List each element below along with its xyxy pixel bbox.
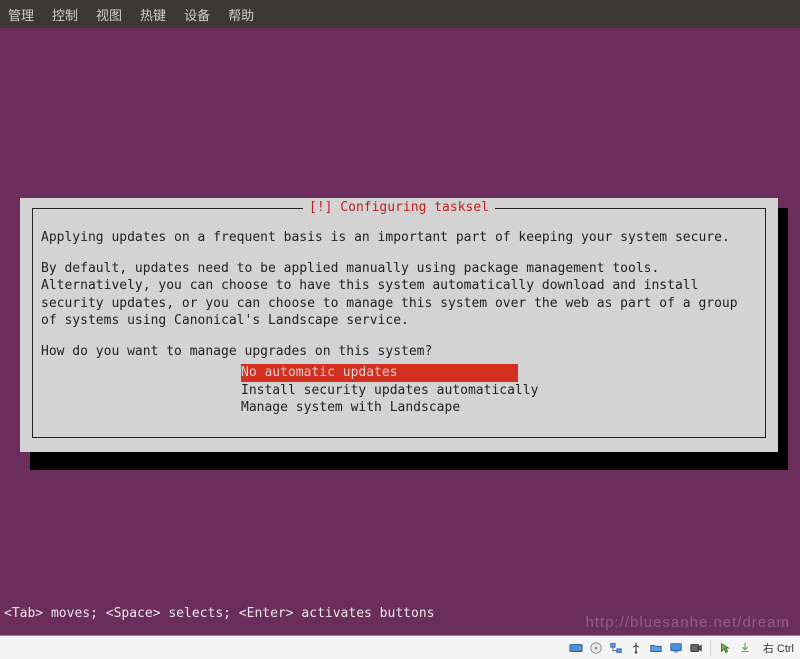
option-landscape[interactable]: Manage system with Landscape bbox=[241, 399, 757, 417]
dialog-frame: [!] Configuring tasksel Applying updates… bbox=[32, 208, 766, 438]
status-divider bbox=[710, 640, 711, 656]
dialog-title: [!] Configuring tasksel bbox=[303, 200, 495, 215]
host-key-label: 右 Ctrl bbox=[763, 640, 794, 656]
options-list: No automatic updates Install security up… bbox=[241, 364, 757, 417]
menu-manage[interactable]: 管理 bbox=[8, 5, 34, 24]
display-icon[interactable] bbox=[668, 640, 684, 656]
menu-hotkeys[interactable]: 热键 bbox=[140, 5, 166, 24]
menu-help[interactable]: 帮助 bbox=[228, 5, 254, 24]
vm-status-bar: 右 Ctrl bbox=[0, 635, 800, 659]
network-icon[interactable] bbox=[608, 640, 624, 656]
option-no-automatic-updates[interactable]: No automatic updates bbox=[241, 364, 757, 382]
optical-disk-icon[interactable] bbox=[588, 640, 604, 656]
dialog-question: How do you want to manage upgrades on th… bbox=[41, 343, 757, 361]
mouse-integration-icon[interactable] bbox=[717, 640, 733, 656]
menu-view[interactable]: 视图 bbox=[96, 5, 122, 24]
dialog-para2: By default, updates need to be applied m… bbox=[41, 260, 757, 330]
menu-control[interactable]: 控制 bbox=[52, 5, 78, 24]
vm-menubar: 管理 控制 视图 热键 设备 帮助 bbox=[0, 0, 800, 28]
watermark-text: http://bluesanhe.net/dream bbox=[586, 614, 790, 631]
recording-icon[interactable] bbox=[688, 640, 704, 656]
menu-devices[interactable]: 设备 bbox=[184, 5, 210, 24]
usb-icon[interactable] bbox=[628, 640, 644, 656]
shared-folder-icon[interactable] bbox=[648, 640, 664, 656]
option-security-updates-auto[interactable]: Install security updates automatically bbox=[241, 382, 757, 400]
tasksel-dialog: [!] Configuring tasksel Applying updates… bbox=[20, 198, 778, 452]
hard-disk-icon[interactable] bbox=[568, 640, 584, 656]
keyboard-capture-icon[interactable] bbox=[737, 640, 753, 656]
installer-screen: [!] Configuring tasksel Applying updates… bbox=[0, 28, 800, 631]
help-bar: <Tab> moves; <Space> selects; <Enter> ac… bbox=[4, 606, 434, 621]
dialog-para1: Applying updates on a frequent basis is … bbox=[41, 229, 757, 247]
